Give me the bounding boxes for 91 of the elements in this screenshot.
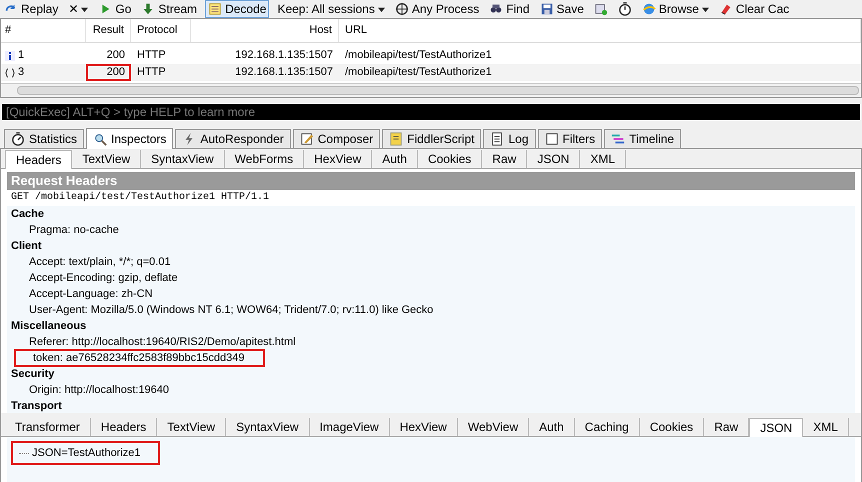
panel-title: Request Headers: [7, 172, 855, 190]
column-header[interactable]: URL: [339, 19, 861, 42]
json-node-text: JSON=TestAuthorize1: [32, 446, 141, 461]
table-cell-text: HTTP: [136, 65, 167, 80]
table-cell: 200: [86, 64, 131, 81]
tab[interactable]: WebView: [458, 418, 530, 436]
tab[interactable]: Filters: [538, 129, 602, 148]
table-cell-text: /mobileapi/test/TestAuthorize1: [344, 48, 493, 64]
tab[interactable]: Transformer: [5, 418, 91, 436]
tab[interactable]: Headers: [90, 418, 158, 436]
toolbar-button[interactable]: ✕: [66, 0, 90, 18]
tab[interactable]: Composer: [292, 129, 380, 148]
tab[interactable]: XML: [803, 418, 849, 436]
eraser-icon: [718, 2, 733, 16]
globe-icon: [642, 2, 656, 16]
tab[interactable]: SyntaxView: [226, 418, 310, 436]
tab[interactable]: Inspectors: [86, 128, 174, 149]
tab[interactable]: HexView: [304, 150, 372, 168]
checkbox-icon: [544, 132, 559, 146]
tab[interactable]: Auth: [372, 150, 418, 168]
header-entry: token: ae76528234ffc2583f89bbc15cdd349: [15, 350, 264, 366]
table-cell-text: 192.168.1.135:1507: [234, 65, 334, 80]
toolbar-button[interactable]: Stream: [139, 0, 200, 18]
tab[interactable]: Timeline: [604, 129, 682, 148]
group-heading[interactable]: Transport: [11, 398, 851, 413]
tab[interactable]: Auth: [529, 418, 575, 436]
magnifier-icon: [93, 132, 108, 146]
column-header[interactable]: Protocol: [131, 19, 191, 42]
tab[interactable]: FiddlerScript: [382, 129, 482, 148]
header-entry: Accept: text/plain, */*; q=0.01: [28, 255, 172, 270]
toolbar-button[interactable]: Keep: All sessions: [275, 0, 387, 18]
tab[interactable]: Statistics: [4, 129, 84, 148]
crosshair-icon: [394, 2, 409, 16]
stopwatch-icon: [11, 132, 25, 146]
tab[interactable]: Cookies: [640, 418, 704, 436]
tab[interactable]: Caching: [574, 418, 640, 436]
document-icon: [490, 132, 504, 146]
column-header[interactable]: #: [1, 19, 86, 42]
toolbar-button[interactable]: Decode: [205, 0, 270, 18]
group-heading[interactable]: Cache: [11, 206, 851, 222]
toolbar-button[interactable]: Find: [487, 0, 532, 18]
caret-icon: [702, 6, 709, 12]
tab[interactable]: Raw: [482, 150, 528, 168]
tab[interactable]: WebForms: [224, 150, 304, 168]
json-node[interactable]: JSON=TestAuthorize1: [13, 443, 158, 463]
header-entry: Origin: http://localhost:19640: [28, 383, 170, 398]
toolbar-button[interactable]: Any Process: [392, 0, 482, 18]
stopwatch-icon: [618, 2, 632, 16]
group-heading[interactable]: Miscellaneous: [11, 318, 851, 334]
toolbar-button[interactable]: Save: [538, 0, 586, 18]
header-entry: Pragma: no-cache: [28, 223, 120, 238]
tab[interactable]: JSON: [527, 150, 580, 168]
table-cell-text: 192.168.1.135:1507: [234, 48, 334, 64]
column-header[interactable]: Host: [191, 19, 339, 42]
tab[interactable]: JSON: [749, 418, 804, 437]
braces-icon: [5, 68, 15, 78]
toolbar-button[interactable]: Clear Cac: [716, 0, 792, 18]
tab[interactable]: Cookies: [418, 150, 482, 168]
column-header[interactable]: Result: [86, 19, 131, 42]
table-cell-text: HTTP: [136, 48, 167, 64]
tab[interactable]: SyntaxView: [141, 150, 225, 168]
table-cell-text: /mobileapi/test/TestAuthorize1: [344, 65, 493, 80]
header-entry: Referer: http://localhost:19640/RIS2/Demo/apitest.html: [28, 335, 297, 350]
tab[interactable]: Log: [483, 129, 536, 148]
header-entry: User-Agent: Mozilla/5.0 (Windows NT 6.1; WOW64; Trident/7.0; rv:11.0) like Gecko: [28, 303, 434, 318]
tab[interactable]: ImageView: [310, 418, 390, 436]
group-heading[interactable]: Client: [11, 238, 851, 254]
timeline-icon: [611, 132, 626, 146]
tree-connector-icon: [19, 452, 29, 454]
caret-icon: [81, 6, 88, 12]
tab[interactable]: AutoResponder: [175, 129, 291, 148]
pencil-icon: [300, 132, 314, 146]
tab[interactable]: TextView: [157, 418, 226, 436]
screenshot-icon: [594, 2, 608, 16]
table-cell-text: 1: [18, 48, 24, 64]
toolbar-button[interactable]: Browse: [640, 0, 711, 18]
tab[interactable]: TextView: [72, 150, 142, 168]
tab[interactable]: HexView: [390, 418, 458, 436]
tab[interactable]: XML: [580, 150, 626, 168]
header-entry: Accept-Encoding: gzip, deflate: [28, 271, 179, 286]
table-cell-text: 3: [18, 65, 24, 80]
horizontal-scrollbar[interactable]: [1, 83, 861, 97]
header-entry: Accept-Language: zh-CN: [28, 287, 154, 302]
info-icon: [5, 50, 15, 60]
toolbar-button[interactable]: Replay: [2, 0, 60, 18]
group-heading[interactable]: Security: [11, 366, 851, 382]
toolbar-button[interactable]: Go: [96, 0, 134, 18]
script-icon: [389, 132, 404, 146]
table-cell-text: 200: [106, 48, 126, 63]
tab[interactable]: Headers: [5, 150, 72, 169]
caret-icon: [378, 6, 385, 12]
